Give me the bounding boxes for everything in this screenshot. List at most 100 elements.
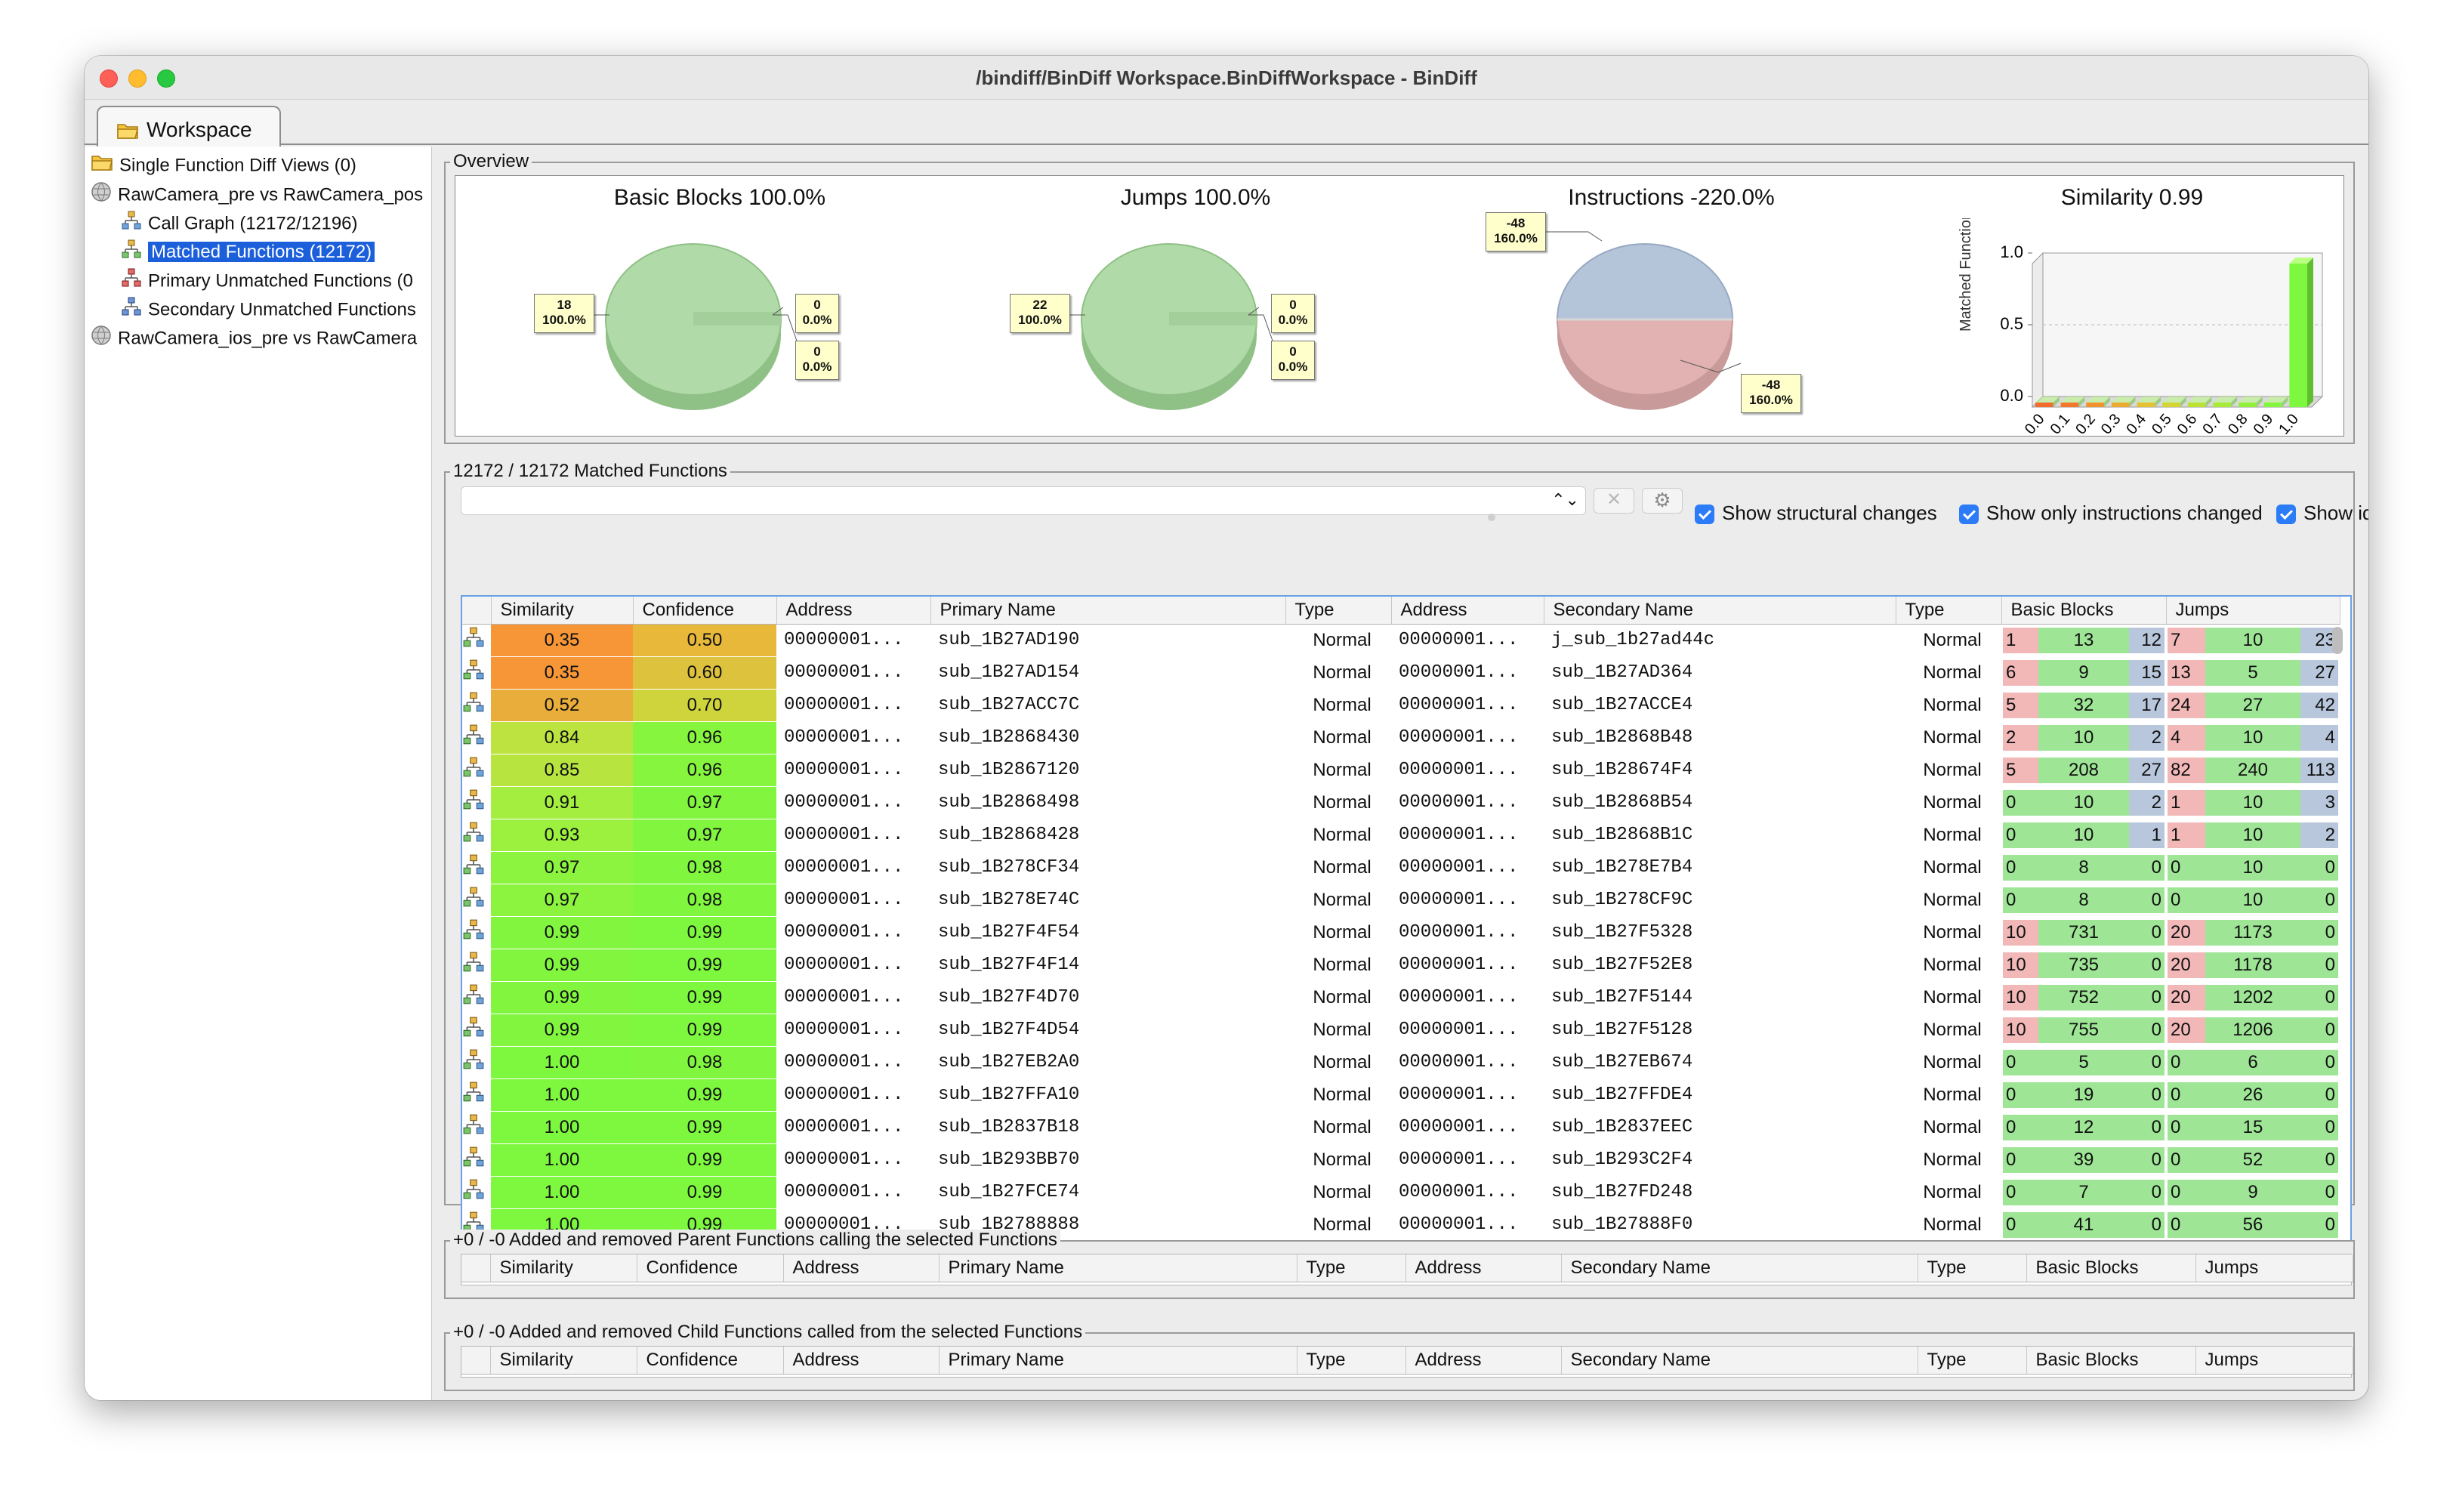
jumps-added: 82 — [2168, 757, 2205, 783]
table-row[interactable]: 0.91 0.97 00000001... sub_1B2868498 Normal 00… — [462, 786, 2340, 819]
basic-blocks-removed: 2 — [2128, 724, 2165, 751]
column-header-type[interactable]: Type — [1918, 1254, 2027, 1282]
column-header-type[interactable]: Type — [1896, 597, 2002, 625]
tree-item-primary-unmatched[interactable]: Primary Unmatched Functions (0 — [121, 267, 430, 293]
table-row[interactable]: 0.84 0.96 00000001... sub_1B2868430 Normal 00… — [462, 721, 2340, 754]
jumps-common: 26 — [2205, 1082, 2301, 1108]
basic-blocks-added: 0 — [2003, 1146, 2039, 1173]
settings-button[interactable]: ⚙ — [1642, 488, 1683, 514]
secondary-address-cell: 00000001... — [1391, 1014, 1544, 1047]
row-graph-icon — [462, 884, 491, 917]
jumps-added: 0 — [2168, 1146, 2205, 1173]
column-header-basic-blocks[interactable]: Basic Blocks — [2026, 1347, 2196, 1375]
table-row[interactable]: 1.00 0.99 00000001... sub_1B27FCE74 Normal 00… — [462, 1176, 2340, 1209]
folder-icon — [91, 153, 113, 178]
x-tick-label: 0.1 — [2047, 411, 2074, 437]
column-header-secondary-name[interactable]: Secondary Name — [1561, 1254, 1918, 1282]
basic-blocks-removed: 0 — [2128, 887, 2165, 913]
basic-blocks-removed: 0 — [2128, 1179, 2165, 1205]
column-header-address[interactable]: Address — [776, 597, 931, 625]
basic-blocks-bar: 1 13 12 — [2003, 627, 2165, 653]
similarity-cell: 0.99 — [491, 981, 633, 1014]
column-header-similarity[interactable]: Similarity — [490, 1347, 637, 1375]
column-header-address[interactable]: Address — [783, 1347, 940, 1375]
table-row[interactable]: 1.00 0.99 00000001... sub_1B27FFA10 Normal 00… — [462, 1078, 2340, 1112]
column-header-address[interactable]: Address — [1405, 1347, 1562, 1375]
column-header-address[interactable]: Address — [1405, 1254, 1562, 1282]
table-row[interactable]: 1.00 0.99 00000001... sub_1B293BB70 Normal 00… — [462, 1143, 2340, 1177]
table-vertical-scrollbar[interactable] — [2332, 627, 2343, 654]
basic-blocks-cell: 0 10 2 — [2001, 786, 2166, 819]
table-row[interactable]: 0.99 0.99 00000001... sub_1B27F4F54 Normal 00… — [462, 916, 2340, 949]
basic-blocks-bar: 0 39 0 — [2003, 1146, 2165, 1173]
column-header-jumps[interactable]: Jumps — [2195, 1347, 2353, 1375]
tree-item-secondary-unmatched[interactable]: Secondary Unmatched Functions — [121, 296, 430, 322]
clear-filter-button[interactable]: ✕ — [1594, 488, 1634, 514]
column-header-confidence[interactable]: Confidence — [637, 1347, 784, 1375]
jumps-right2-value: 0 — [1289, 344, 1297, 359]
column-header-type[interactable]: Type — [1285, 597, 1392, 625]
splitter-handle[interactable] — [1488, 514, 1495, 521]
column-header-primary-name[interactable]: Primary Name — [939, 1254, 1297, 1282]
basic-blocks-common: 10 — [2038, 724, 2129, 751]
column-header-similarity[interactable]: Similarity — [490, 1254, 637, 1282]
column-header-confidence[interactable]: Confidence — [637, 1254, 784, 1282]
row-graph-icon — [462, 819, 491, 852]
secondary-address-cell: 00000001... — [1391, 1111, 1544, 1144]
column-header-similarity[interactable]: Similarity — [491, 597, 634, 625]
table-row[interactable]: 0.99 0.99 00000001... sub_1B27F4D54 Normal 00… — [462, 1014, 2340, 1047]
primary-type-cell: Normal — [1285, 656, 1391, 690]
jumps-removed: 0 — [2300, 984, 2338, 1011]
column-header-confidence[interactable]: Confidence — [633, 597, 777, 625]
instructions-top-value: -48 — [1506, 216, 1526, 230]
table-row[interactable]: 0.85 0.96 00000001... sub_1B2867120 Normal 00… — [462, 754, 2340, 787]
column-header-basic-blocks[interactable]: Basic Blocks — [2026, 1254, 2196, 1282]
filter-select[interactable]: ⌃⌄ — [461, 486, 1586, 515]
table-row[interactable]: 0.52 0.70 00000001... sub_1B27ACC7C Normal 00… — [462, 689, 2340, 722]
jumps-cell: 0 56 0 — [2166, 1208, 2340, 1242]
column-header-address[interactable]: Address — [783, 1254, 940, 1282]
column-header-type[interactable]: Type — [1297, 1254, 1406, 1282]
table-row[interactable]: 0.35 0.60 00000001... sub_1B27AD154 Normal 00… — [462, 656, 2340, 690]
primary-address-cell: 00000001... — [776, 819, 930, 852]
show-instructions-changed-checkbox[interactable]: Show only instructions changed — [1959, 501, 2263, 525]
primary-name-cell: sub_1B27FCE74 — [930, 1176, 1285, 1209]
column-header-type[interactable]: Type — [1918, 1347, 2027, 1375]
column-header-jumps[interactable]: Jumps — [2195, 1254, 2353, 1282]
table-row[interactable]: 1.00 0.98 00000001... sub_1B27EB2A0 Normal 00… — [462, 1046, 2340, 1079]
column-header-address[interactable]: Address — [1391, 597, 1544, 625]
show-identical-checkbox[interactable]: Show identical — [2276, 501, 2368, 525]
table-row[interactable]: 0.35 0.50 00000001... sub_1B27AD190 Normal 00… — [462, 624, 2340, 657]
secondary-address-cell: 00000001... — [1391, 1208, 1544, 1242]
table-row[interactable]: 0.99 0.99 00000001... sub_1B27F4F14 Normal 00… — [462, 949, 2340, 982]
secondary-type-cell: Normal — [1896, 656, 2001, 690]
table-row[interactable]: 1.00 0.99 00000001... sub_1B2837B18 Normal 00… — [462, 1111, 2340, 1144]
tab-workspace[interactable]: Workspace — [97, 106, 281, 147]
column-header-primary-name[interactable]: Primary Name — [939, 1347, 1297, 1375]
show-structural-checkbox[interactable]: Show structural changes — [1695, 501, 1937, 525]
basic-blocks-added: 0 — [2003, 1114, 2039, 1140]
column-header-secondary-name[interactable]: Secondary Name — [1544, 597, 1896, 625]
tree-item-rawcamera-pre-vs-post[interactable]: RawCamera_pre vs RawCamera_pos — [91, 181, 430, 207]
tree-item-rawcamera-ios[interactable]: RawCamera_ios_pre vs RawCamera — [91, 325, 430, 350]
tree-item-call-graph[interactable]: Call Graph (12172/12196) — [121, 210, 430, 236]
table-row[interactable]: 0.99 0.99 00000001... sub_1B27F4D70 Normal 00… — [462, 981, 2340, 1014]
jumps-common: 10 — [2205, 627, 2301, 653]
basic-blocks-bar: 070 — [2003, 1179, 2165, 1205]
jumps-removed: 0 — [2300, 1146, 2338, 1173]
column-header-type[interactable]: Type — [1297, 1347, 1406, 1375]
basic-blocks-added: 1 — [2003, 627, 2039, 653]
basic-blocks-common: 735 — [2038, 952, 2129, 978]
tree-item-matched-functions[interactable]: Matched Functions (12172) — [121, 239, 430, 264]
column-header-secondary-name[interactable]: Secondary Name — [1561, 1347, 1918, 1375]
column-header-basic-blocks[interactable]: Basic Blocks — [2001, 597, 2167, 625]
tree-item-single-function-diffs[interactable]: Single Function Diff Views (0) — [91, 153, 430, 178]
table-row[interactable]: 0.97 0.98 00000001... sub_1B278CF34 Normal 00… — [462, 851, 2340, 884]
column-header-primary-name[interactable]: Primary Name — [930, 597, 1286, 625]
table-row[interactable]: 0.97 0.98 00000001... sub_1B278E74C Normal 00… — [462, 884, 2340, 917]
column-header-jumps[interactable]: Jumps — [2166, 597, 2340, 625]
jumps-common: 10 — [2205, 789, 2301, 816]
call-graph-icon — [463, 952, 484, 972]
table-row[interactable]: 0.93 0.97 00000001... sub_1B2868428 Normal 00… — [462, 819, 2340, 852]
secondary-address-cell: 00000001... — [1391, 624, 1544, 657]
